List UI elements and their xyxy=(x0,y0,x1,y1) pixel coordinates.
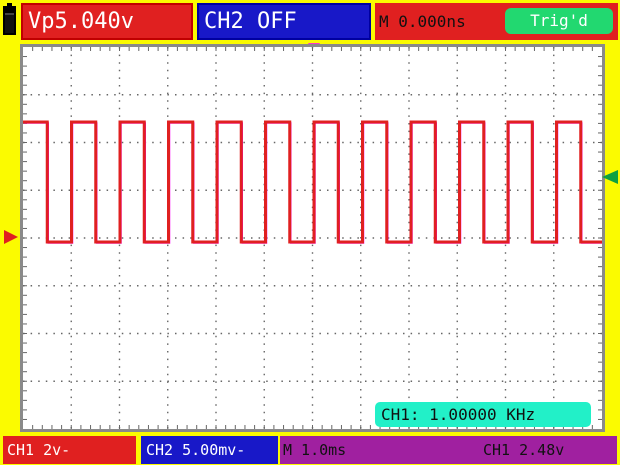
bottom-bar: CH1 2v- CH2 5.00mv- M 1.0ms CH1 2.48v xyxy=(0,434,620,465)
graticule xyxy=(23,47,602,429)
battery-icon xyxy=(3,3,16,35)
trigger-level-marker-icon[interactable] xyxy=(602,170,618,184)
ch1-peak-voltage: Vp5.040v xyxy=(28,9,134,34)
frequency-readout: CH1: 1.00000 KHz xyxy=(375,402,591,427)
waveform-display xyxy=(20,44,605,432)
ch2-scale[interactable]: CH2 5.00mv- xyxy=(141,436,278,464)
ch1-scale[interactable]: CH1 2v- xyxy=(3,436,136,464)
oscilloscope-screen: Vp5.040v CH2 OFF M 0.000ns Trig'd CH1: 1… xyxy=(0,0,620,465)
trigger-level[interactable]: CH1 2.48v xyxy=(483,436,564,464)
status-bar: Vp5.040v CH2 OFF M 0.000ns Trig'd xyxy=(0,0,620,41)
time-trigger-panel: M 1.0ms CH1 2.48v xyxy=(280,436,617,464)
trigger-status-badge: Trig'd xyxy=(505,8,613,34)
ch1-ground-marker-icon[interactable] xyxy=(4,230,18,244)
timebase-offset: M 0.000ns xyxy=(379,12,466,31)
ch1-measurement-box[interactable]: Vp5.040v xyxy=(21,3,193,40)
ch2-state-label: CH2 OFF xyxy=(204,9,297,34)
ch2-status-box[interactable]: CH2 OFF xyxy=(197,3,371,40)
timebase-box[interactable]: M 0.000ns Trig'd xyxy=(375,3,618,40)
time-scale[interactable]: M 1.0ms xyxy=(283,436,346,464)
ch1-waveform xyxy=(23,120,602,244)
